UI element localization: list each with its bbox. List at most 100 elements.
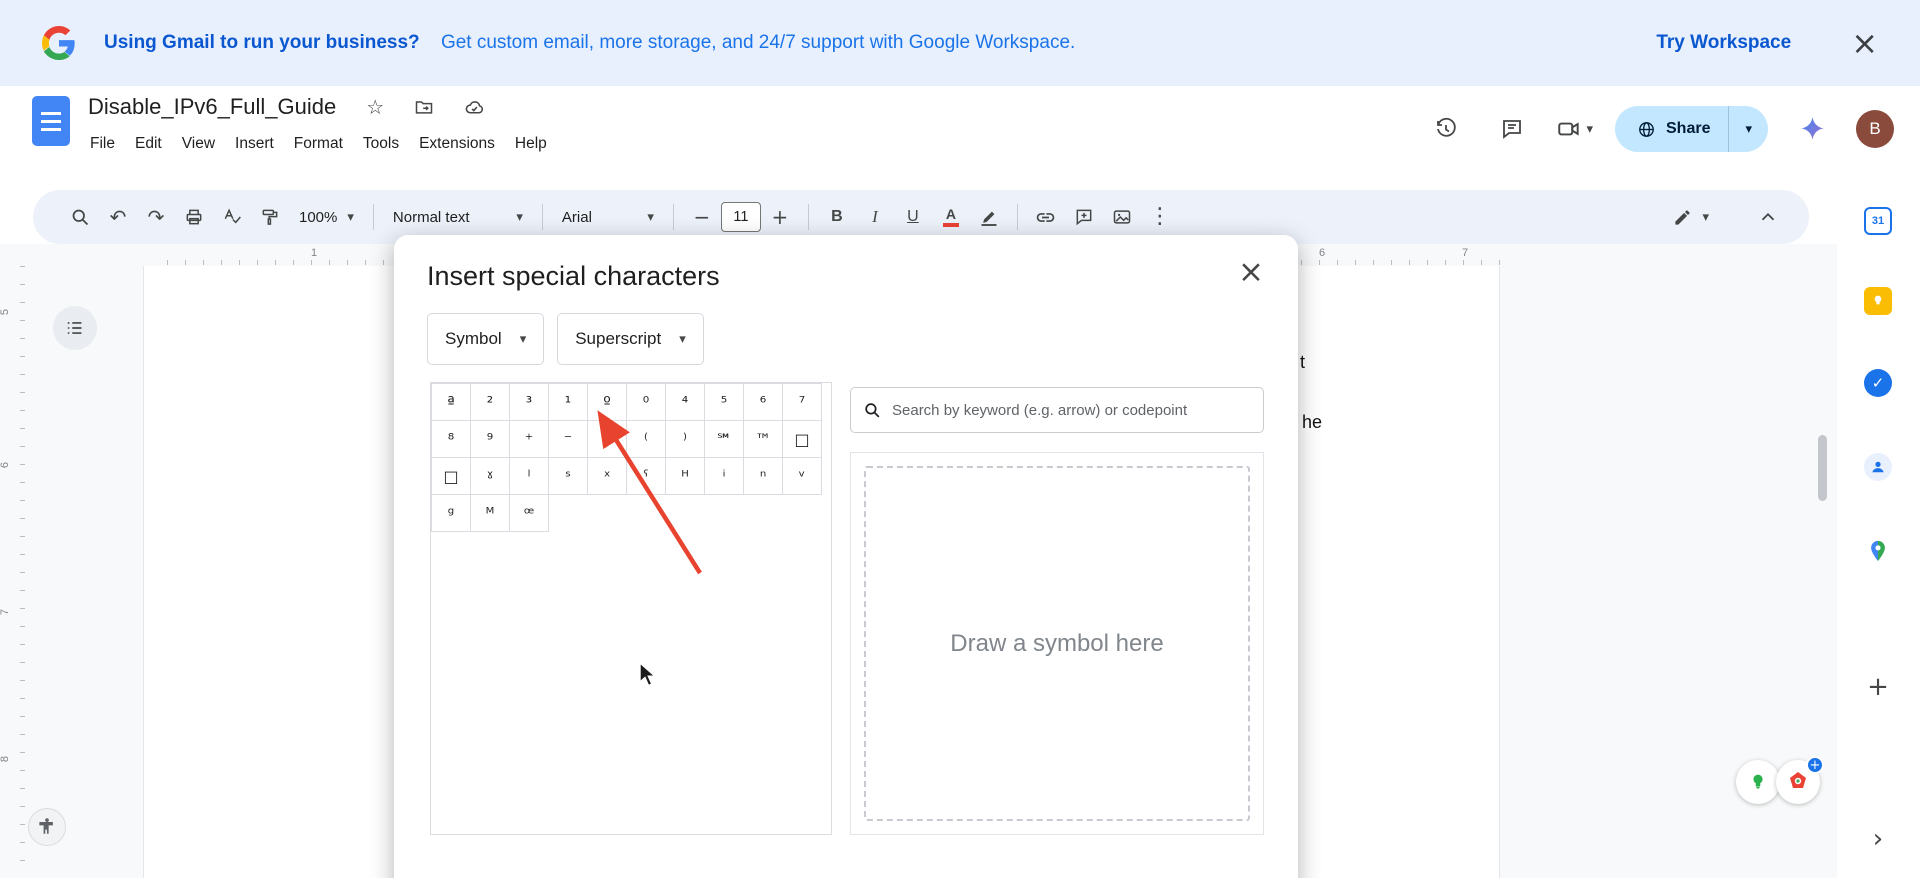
calendar-icon[interactable]: 31 (1863, 206, 1893, 236)
get-addons-icon[interactable]: + (1863, 672, 1893, 702)
redo-icon[interactable]: ↷ (137, 198, 175, 236)
highlight-color-icon[interactable] (970, 198, 1008, 236)
toolbar-divider (373, 204, 374, 230)
menu-help[interactable]: Help (505, 130, 557, 158)
add-comment-icon[interactable] (1065, 198, 1103, 236)
italic-icon[interactable]: I (856, 198, 894, 236)
char-cell-2-2[interactable]: ˡ (510, 458, 549, 495)
menu-extensions[interactable]: Extensions (409, 130, 505, 158)
menu-file[interactable]: File (80, 130, 125, 158)
vertical-ruler[interactable]: 5678 (0, 266, 26, 878)
char-cell-1-2[interactable]: ⁺ (510, 421, 549, 458)
font-family-dropdown[interactable]: Arial ▾ (552, 198, 664, 236)
editing-mode-dropdown[interactable]: ▾ (1663, 198, 1719, 236)
draw-symbol-area[interactable]: Draw a symbol here (850, 452, 1264, 835)
comments-icon[interactable] (1490, 107, 1534, 151)
char-cell-0-8[interactable]: ⁶ (744, 384, 783, 421)
underline-icon[interactable]: U (894, 198, 932, 236)
globe-icon (1637, 120, 1656, 139)
category-dropdown[interactable]: Symbol ▾ (427, 313, 544, 365)
char-cell-0-5[interactable]: ⁰ (627, 384, 666, 421)
char-cell-0-9[interactable]: ⁷ (783, 384, 822, 421)
extension-bulb-icon[interactable] (1736, 760, 1780, 804)
document-title[interactable]: Disable_IPv6_Full_Guide (88, 94, 336, 120)
char-cell-0-7[interactable]: ⁵ (705, 384, 744, 421)
char-cell-2-8[interactable]: ⁿ (744, 458, 783, 495)
char-cell-1-7[interactable]: ℠ (705, 421, 744, 458)
text-color-icon[interactable]: A (932, 198, 970, 236)
maps-icon[interactable] (1863, 536, 1893, 566)
gemini-sparkle-icon[interactable] (1790, 107, 1834, 151)
char-cell-1-1[interactable]: ⁹ (471, 421, 510, 458)
paint-format-icon[interactable] (251, 198, 289, 236)
menu-edit[interactable]: Edit (125, 130, 172, 158)
menu-insert[interactable]: Insert (225, 130, 284, 158)
hide-menus-icon[interactable] (1749, 198, 1787, 236)
menu-view[interactable]: View (172, 130, 225, 158)
meet-caret-icon[interactable]: ▾ (1586, 123, 1593, 136)
char-cell-1-5[interactable]: ⁽ (627, 421, 666, 458)
char-cell-0-4[interactable]: º (588, 384, 627, 421)
insert-link-icon[interactable] (1027, 198, 1065, 236)
paragraph-style-dropdown[interactable]: Normal text ▾ (383, 198, 533, 236)
symbol-search-input[interactable] (892, 402, 1251, 419)
keep-icon[interactable] (1863, 286, 1893, 316)
char-cell-2-0[interactable]: □ (432, 458, 471, 495)
char-cell-2-7[interactable]: ⁱ (705, 458, 744, 495)
char-cell-2-4[interactable]: ˣ (588, 458, 627, 495)
star-icon[interactable]: ☆ (366, 97, 384, 117)
document-outline-button[interactable] (53, 306, 97, 350)
char-cell-1-3[interactable]: ⁻ (549, 421, 588, 458)
contacts-icon[interactable] (1863, 452, 1893, 482)
docs-logo-icon[interactable] (32, 96, 70, 146)
tasks-icon[interactable]: ✓ (1863, 368, 1893, 398)
meet-video-button[interactable]: ▾ (1556, 116, 1593, 142)
try-workspace-link[interactable]: Try Workspace (1656, 32, 1791, 54)
calendar-day-label: 31 (1872, 215, 1884, 227)
move-folder-icon[interactable] (414, 97, 434, 117)
char-cell-2-1[interactable]: ˠ (471, 458, 510, 495)
menu-tools[interactable]: Tools (353, 130, 409, 158)
print-icon[interactable] (175, 198, 213, 236)
char-cell-0-6[interactable]: ⁴ (666, 384, 705, 421)
bold-icon[interactable]: B (818, 198, 856, 236)
dialog-close-icon[interactable]: × (1238, 257, 1264, 288)
char-cell-2-5[interactable]: ˤ (627, 458, 666, 495)
google-docs-app: Using Gmail to run your business? Get cu… (0, 0, 1920, 878)
increase-font-size-icon[interactable]: + (761, 198, 799, 236)
insert-image-icon[interactable] (1103, 198, 1141, 236)
char-cell-3-2[interactable]: ꟹ (510, 495, 549, 532)
char-cell-0-2[interactable]: ³ (510, 384, 549, 421)
accessibility-button[interactable] (28, 808, 66, 846)
char-cell-0-1[interactable]: ² (471, 384, 510, 421)
account-avatar[interactable]: B (1856, 110, 1894, 148)
char-cell-1-9[interactable]: □ (783, 421, 822, 458)
zoom-dropdown[interactable]: 100% ▾ (289, 198, 364, 236)
collapse-panel-icon[interactable]: › (1863, 824, 1893, 854)
char-cell-1-8[interactable]: ™ (744, 421, 783, 458)
search-menus-icon[interactable] (61, 198, 99, 236)
share-button[interactable]: Share ▾ (1615, 106, 1768, 152)
more-options-icon[interactable]: ⋮ (1141, 198, 1179, 236)
menu-format[interactable]: Format (284, 130, 353, 158)
char-cell-3-0[interactable]: ᵍ (432, 495, 471, 532)
char-cell-2-3[interactable]: ˢ (549, 458, 588, 495)
spellcheck-icon[interactable] (213, 198, 251, 236)
scrollbar-thumb[interactable] (1818, 435, 1827, 501)
banner-close-icon[interactable]: × (1851, 27, 1878, 59)
font-size-field[interactable]: 11 (721, 202, 761, 232)
version-history-icon[interactable] (1424, 107, 1468, 151)
char-cell-1-4[interactable]: ⁼ (588, 421, 627, 458)
subcategory-dropdown[interactable]: Superscript ▾ (557, 313, 704, 365)
char-cell-0-3[interactable]: ¹ (549, 384, 588, 421)
char-cell-2-6[interactable]: ᴴ (666, 458, 705, 495)
char-cell-1-0[interactable]: ⁸ (432, 421, 471, 458)
char-cell-0-0[interactable]: ª (432, 384, 471, 421)
share-dropdown[interactable]: ▾ (1728, 106, 1768, 152)
char-cell-3-1[interactable]: ᴹ (471, 495, 510, 532)
char-cell-1-6[interactable]: ⁾ (666, 421, 705, 458)
decrease-font-size-icon[interactable]: − (683, 198, 721, 236)
extension-logo-icon[interactable]: + (1776, 760, 1820, 804)
undo-icon[interactable]: ↶ (99, 198, 137, 236)
char-cell-2-9[interactable]: ᵛ (783, 458, 822, 495)
